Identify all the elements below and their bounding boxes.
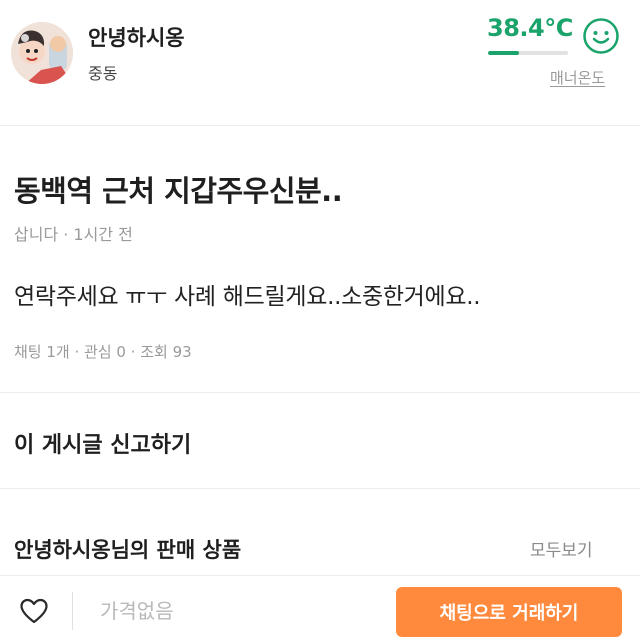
manner-temperature: 38.4°C [487, 14, 573, 42]
divider [0, 488, 640, 489]
seller-username[interactable]: 안녕하시옹 [88, 22, 185, 52]
chat-trade-button[interactable]: 채팅으로 거래하기 [396, 587, 622, 637]
post-body: 연락주세요 ㅠㅜ 사례 해드릴게요..소중한거에요.. [14, 284, 481, 310]
divider [0, 392, 640, 393]
post-stats: 채팅 1개 · 관심 0 · 조회 93 [14, 343, 192, 361]
manner-temperature-bar [488, 51, 568, 55]
post-meta: 삽니다 · 1시간 전 [14, 225, 133, 244]
avatar[interactable] [11, 22, 73, 84]
heart-outline-icon[interactable] [20, 598, 48, 624]
bottom-action-bar: 가격없음 채팅으로 거래하기 [0, 575, 640, 644]
post-title: 동백역 근처 지갑주우신분.. [14, 174, 343, 208]
smiley-face-icon [582, 17, 620, 55]
divider [72, 592, 73, 630]
seller-products-heading: 안녕하시옹님의 판매 상품 [14, 538, 242, 562]
manner-temperature-bar-fill [488, 51, 519, 55]
seller-profile: 안녕하시옹 중동 38.4°C 매너온도 [0, 0, 640, 126]
report-post-link[interactable]: 이 게시글 신고하기 [14, 427, 191, 459]
price-label: 가격없음 [100, 599, 174, 623]
manner-temperature-label[interactable]: 매너온도 [550, 67, 605, 88]
seller-location: 중동 [88, 64, 118, 83]
see-all-link[interactable]: 모두보기 [530, 536, 593, 561]
